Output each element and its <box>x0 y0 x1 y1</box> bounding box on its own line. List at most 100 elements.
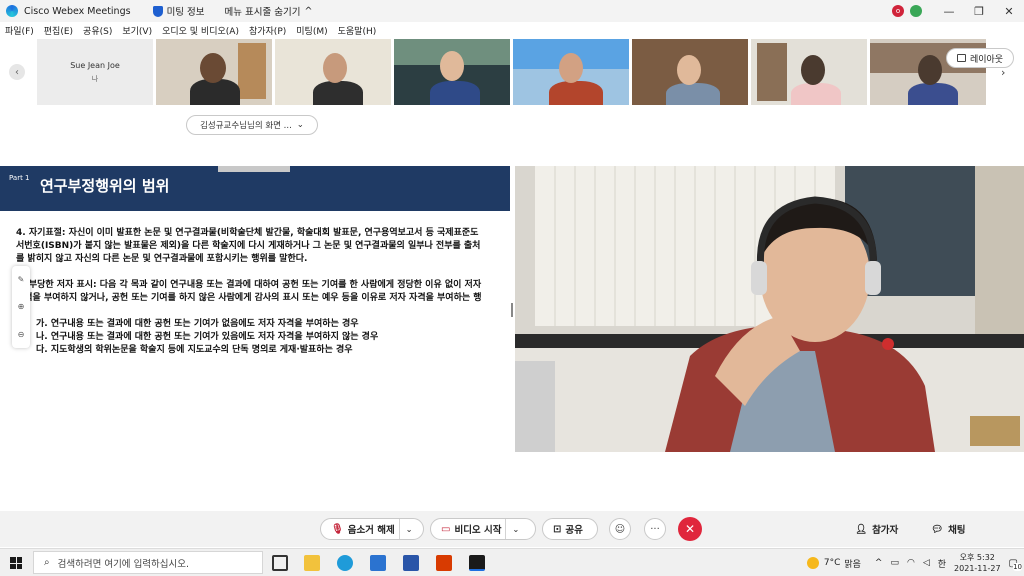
camera-off-icon: ▭ <box>441 523 451 535</box>
system-tray: 7°C 맑음 ^ ▭ ◠ ◁ 한 오후 5:32 2021-11-27 ▢10 <box>806 549 1024 576</box>
taskbar-clock[interactable]: 오후 5:32 2021-11-27 <box>954 552 1001 574</box>
task-view-icon[interactable] <box>272 555 288 571</box>
menu-help[interactable]: 도움말(H) <box>338 24 377 37</box>
participant-thumbnail[interactable] <box>275 39 391 105</box>
slide-body: 4. 자기표절: 자신이 이미 발표한 논문 및 연구결과물(비학술단체 발간물… <box>16 227 486 357</box>
participants-panel-button[interactable]: 👤︎ 참가자 <box>855 522 899 537</box>
menu-view[interactable]: 보기(V) <box>122 24 152 37</box>
meeting-info-label: 미팅 정보 <box>166 7 205 18</box>
chevron-down-icon: ⌄ <box>296 120 304 130</box>
chevron-down-icon[interactable]: ⌄ <box>505 519 525 539</box>
participant-thumbnail[interactable] <box>156 39 272 105</box>
share-screen-icon: ⊡ <box>553 523 562 535</box>
file-explorer-icon[interactable] <box>304 555 320 571</box>
layout-label: 레이아웃 <box>969 54 1004 65</box>
weather-condition: 맑음 <box>844 559 861 570</box>
participant-self-label: 나 <box>91 74 99 83</box>
chat-label: 채팅 <box>948 525 966 536</box>
menu-file[interactable]: 파일(F) <box>5 24 34 37</box>
weather-sun-icon <box>806 557 819 569</box>
restore-button[interactable]: ❐ <box>964 5 994 18</box>
leave-meeting-button[interactable]: ✕ <box>678 517 702 541</box>
menu-meeting[interactable]: 미팅(M) <box>296 24 327 37</box>
active-speaker-video[interactable] <box>515 166 1024 452</box>
annotate-icon[interactable]: ✎ <box>18 275 25 284</box>
shield-icon <box>152 5 163 17</box>
participant-thumbnails: ‹ Sue Jean Joe 나 › <box>0 38 1024 108</box>
menu-edit[interactable]: 편집(E) <box>44 24 73 37</box>
start-video-button[interactable]: ▭ 비디오 시작 ⌄ <box>430 518 536 540</box>
taskbar-search-input[interactable]: ⌕ 검색하려면 여기에 입력하십시오. <box>33 551 263 574</box>
zoom-in-icon[interactable]: ⊕ <box>18 302 25 311</box>
chevron-left-icon[interactable]: ‹ <box>9 64 25 80</box>
zoom-out-icon[interactable]: ⊖ <box>18 330 25 339</box>
meeting-controls: 🎙︎ 음소거 해제 ⌄ ▭ 비디오 시작 ⌄ ⊡ 공유 ☺ ··· ✕ 👤︎ 참… <box>0 511 1024 547</box>
reactions-button[interactable]: ☺ <box>609 518 631 540</box>
chevron-up-icon: ^ <box>304 5 313 17</box>
layout-icon <box>956 54 966 62</box>
participant-thumbnail[interactable] <box>751 39 867 105</box>
slide-tab-marker <box>218 166 290 172</box>
edge-browser-icon[interactable] <box>337 555 353 571</box>
chevron-down-icon[interactable]: ⌄ <box>398 519 419 539</box>
menu-audio-video[interactable]: 오디오 및 비디오(A) <box>162 24 239 37</box>
participant-thumbnail-self[interactable]: Sue Jean Joe 나 <box>37 39 153 105</box>
annotation-toolbar: ✎ ⊕ ⊖ <box>12 266 30 348</box>
recording-icon[interactable]: o <box>892 5 904 17</box>
participant-thumbnail[interactable] <box>394 39 510 105</box>
hide-menu-label: 메뉴 표시줄 숨기기 <box>224 7 301 18</box>
mail-icon[interactable] <box>370 555 386 571</box>
unmute-button[interactable]: 🎙︎ 음소거 해제 ⌄ <box>320 518 424 540</box>
microphone-muted-icon: 🎙︎ <box>331 523 344 535</box>
close-window-button[interactable]: ✕ <box>994 5 1024 18</box>
slide-part-label: Part 1 <box>9 174 30 182</box>
office-icon[interactable] <box>436 555 452 571</box>
connection-icon[interactable] <box>910 5 922 17</box>
volume-icon[interactable]: ◁ <box>923 558 930 568</box>
slide-list-item: 나. 연구내용 또는 결과에 대한 공헌 또는 기여가 있음에도 저자 자격을 … <box>36 332 379 342</box>
menu-participants[interactable]: 참가자(P) <box>249 24 286 37</box>
app-title: Cisco Webex Meetings <box>24 5 131 17</box>
slide-paragraph: 4. 자기표절: 자신이 이미 발표한 논문 및 연구결과물(비학술단체 발간물… <box>16 228 481 264</box>
chat-icon: 💬︎ <box>931 523 944 535</box>
store-icon[interactable] <box>403 555 419 571</box>
notification-count: 10 <box>1013 562 1022 571</box>
clock-date: 2021-11-27 <box>954 564 1001 573</box>
notification-center-icon[interactable]: ▢10 <box>1009 558 1022 571</box>
slide-header: Part 1 연구부정행위의 범위 <box>0 166 510 211</box>
network-icon[interactable]: ▭ <box>890 558 899 568</box>
layout-button[interactable]: 레이아웃 <box>946 48 1014 68</box>
participants-icon: 👤︎ <box>855 523 868 535</box>
participants-label: 참가자 <box>872 525 899 536</box>
unmute-label: 음소거 해제 <box>347 525 395 536</box>
more-options-button[interactable]: ··· <box>644 518 666 540</box>
shared-screen-selector[interactable]: 김성규교수님님의 화면 ... ⌄ <box>186 115 318 135</box>
meeting-info-button[interactable]: 미팅 정보 <box>152 4 205 18</box>
clock-time: 오후 5:32 <box>959 553 995 562</box>
wifi-icon[interactable]: ◠ <box>907 558 915 568</box>
weather-temperature[interactable]: 7°C <box>824 558 841 568</box>
share-button[interactable]: ⊡ 공유 <box>542 518 598 540</box>
hide-menu-bar-button[interactable]: 메뉴 표시줄 숨기기 ^ <box>224 4 313 19</box>
input-method-indicator[interactable]: 한 <box>938 557 946 570</box>
slide-paragraph: 5. 부당한 저자 표시: 다음 각 목과 같이 연구내용 또는 결과에 대하여… <box>16 280 482 316</box>
minimize-button[interactable]: — <box>934 5 964 18</box>
windows-taskbar: ⌕ 검색하려면 여기에 입력하십시오. 7°C 맑음 ^ ▭ ◠ ◁ 한 오후 … <box>0 548 1024 576</box>
tray-overflow-icon[interactable]: ^ <box>875 558 883 568</box>
slide-list-item: 가. 연구내용 또는 결과에 대한 공헌 또는 기여가 없음에도 저자 자격을 … <box>36 319 359 329</box>
slide-title: 연구부정행위의 범위 <box>40 177 170 195</box>
participant-thumbnail[interactable] <box>513 39 629 105</box>
split-resize-handle[interactable] <box>511 303 513 317</box>
search-placeholder: 검색하려면 여기에 입력하십시오. <box>57 558 190 570</box>
start-video-label: 비디오 시작 <box>454 525 502 536</box>
shared-slide: Part 1 연구부정행위의 범위 4. 자기표절: 자신이 이미 발표한 논문… <box>0 166 510 452</box>
participant-thumbnail[interactable] <box>632 39 748 105</box>
webex-taskbar-icon[interactable] <box>469 555 485 571</box>
smiley-icon: ☺ <box>614 523 626 535</box>
windows-start-icon[interactable] <box>10 557 22 569</box>
webex-logo-icon <box>6 5 18 17</box>
menu-bar: 파일(F) 편집(E) 공유(S) 보기(V) 오디오 및 비디오(A) 참가자… <box>0 22 1024 38</box>
participant-name: Sue Jean Joe <box>70 60 120 70</box>
menu-share[interactable]: 공유(S) <box>83 24 112 37</box>
chat-panel-button[interactable]: 💬︎ 채팅 <box>931 522 966 537</box>
